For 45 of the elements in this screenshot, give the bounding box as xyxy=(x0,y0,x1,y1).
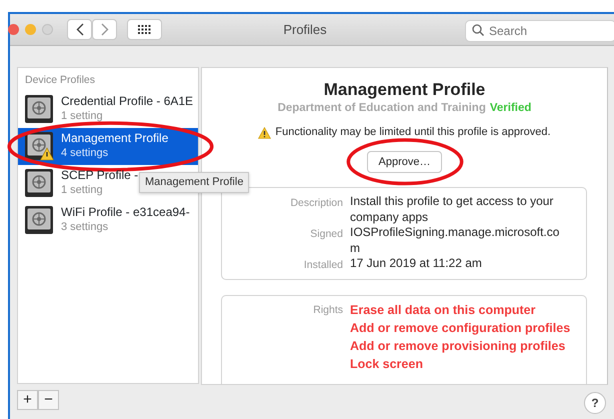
verified-status: Verified xyxy=(490,101,532,116)
detail-label: Installed xyxy=(302,258,343,274)
grid-icon xyxy=(138,24,151,34)
profile-organization: Department of Education and Training xyxy=(278,101,486,116)
sidebar-item[interactable]: Management Profile 4 settings xyxy=(18,128,198,165)
profile-name: Management Profile xyxy=(61,131,168,146)
profile-settings-count: 4 settings xyxy=(61,146,110,162)
grid-view-button[interactable] xyxy=(127,19,162,40)
detail-value: Install this profile to get access to your company apps xyxy=(350,194,554,226)
sidebar-header: Device Profiles xyxy=(24,73,96,88)
profile-settings-count: 1 setting xyxy=(61,183,104,198)
profile-icon xyxy=(24,205,54,236)
window-title: Profiles xyxy=(282,20,328,39)
back-button[interactable] xyxy=(67,19,92,40)
profile-icon xyxy=(24,168,54,198)
add-button[interactable]: + xyxy=(17,390,38,410)
profile-title: Management Profile xyxy=(322,80,486,100)
chevron-left-icon xyxy=(76,23,84,36)
remove-button[interactable]: − xyxy=(38,390,59,410)
detail-label: Description xyxy=(289,196,343,212)
sidebar-item[interactable]: Credential Profile - 6A1E 1 setting xyxy=(18,90,198,128)
search-icon xyxy=(472,24,484,36)
approve-button[interactable]: Approve… xyxy=(366,150,442,174)
profile-name: WiFi Profile - e31cea94- xyxy=(61,205,190,220)
detail-value: IOSProfileSigning.manage.microsoft.co m xyxy=(350,225,560,256)
right-item: Erase all data on this computer xyxy=(350,302,536,319)
detail-label: Signed xyxy=(309,227,343,242)
profile-icon xyxy=(24,94,54,124)
tooltip: Management Profile xyxy=(139,172,250,192)
rights-label: Rights xyxy=(312,303,343,318)
detail-value: 17 Jun 2019 at 11:22 am xyxy=(350,256,483,272)
help-button[interactable]: ? xyxy=(584,392,606,414)
warning-icon xyxy=(258,126,272,138)
profile-settings-count: 3 settings xyxy=(61,220,110,236)
right-item: Lock screen xyxy=(350,356,424,373)
close-button[interactable] xyxy=(8,24,19,35)
search-field[interactable]: Search xyxy=(465,20,614,42)
chevron-right-icon xyxy=(100,23,108,36)
profile-name: Credential Profile - 6A1E xyxy=(61,94,194,110)
right-item: Add or remove provisioning profiles xyxy=(350,338,566,355)
sidebar-item[interactable]: WiFi Profile - e31cea94- 3 settings xyxy=(18,202,198,239)
right-item: Add or remove configuration profiles xyxy=(350,320,572,337)
profile-name: SCEP Profile - xyxy=(61,168,138,184)
profile-settings-count: 1 setting xyxy=(61,109,104,124)
warning-message: Functionality may be limited until this profile is approved. xyxy=(275,125,551,140)
